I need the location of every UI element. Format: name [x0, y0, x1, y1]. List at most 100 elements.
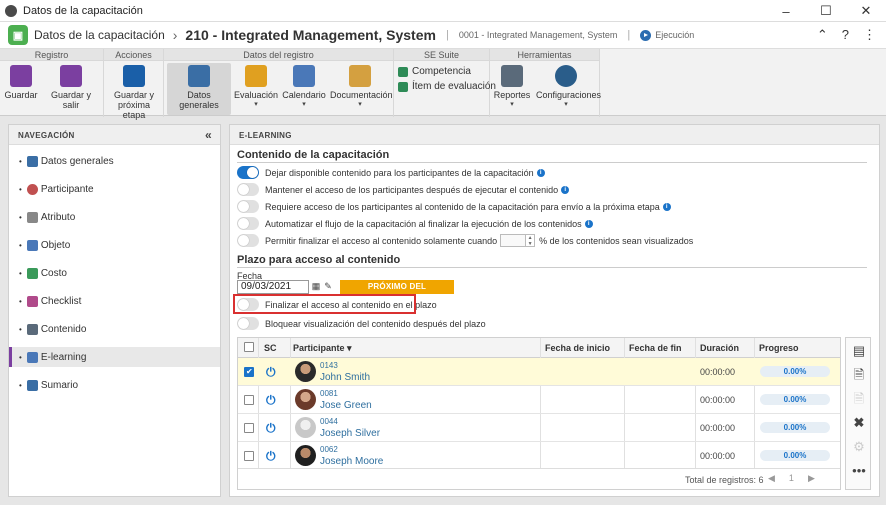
add-record-icon[interactable]: 🗎 [852, 368, 866, 382]
general-data-button[interactable]: Datos generales [167, 63, 231, 115]
gear-icon: ⚙ [853, 439, 865, 454]
settings-button[interactable]: Configuraciones ▾ [536, 63, 602, 110]
duration-value: 00:00:00 [700, 423, 736, 433]
view-record-icon[interactable]: ▤ [852, 344, 866, 358]
col-participante[interactable]: Participante ▾ [293, 343, 352, 354]
clear-icon[interactable]: ✎ [322, 280, 334, 294]
nav-item-label: Datos generales [40, 155, 114, 167]
module-logo-icon: ▣ [8, 25, 28, 45]
power-icon[interactable]: ⏻ [266, 393, 276, 408]
help-icon[interactable]: ? [842, 27, 849, 43]
reports-button[interactable]: Reportes ▾ [492, 63, 532, 110]
save-icon [10, 65, 32, 87]
prev-page-icon[interactable]: ◀ [768, 473, 775, 484]
date-input[interactable]: 09/03/2021 [237, 280, 309, 294]
col-progreso[interactable]: Progreso [759, 343, 799, 353]
more-icon[interactable]: ⋮ [863, 27, 876, 43]
nav-item-atributo[interactable]: • Atributo [9, 207, 220, 227]
power-icon[interactable]: ⏻ [266, 365, 276, 380]
gear-icon [555, 65, 577, 87]
participant-id: 0081 [320, 389, 338, 398]
spinner-icon[interactable]: ▲ ▼ [525, 234, 536, 247]
evaluation-item-link[interactable]: Ítem de evaluación [398, 81, 496, 92]
save-and-exit-button[interactable]: Guardar y salir [42, 63, 100, 110]
group-label: Registro [0, 49, 103, 61]
edit-record-icon: 🗎 [853, 391, 865, 406]
info-icon[interactable]: i [536, 168, 545, 177]
row-checkbox[interactable] [244, 451, 254, 461]
col-duracion[interactable]: Duración [700, 343, 739, 353]
delete-icon[interactable]: ✖ [852, 416, 866, 430]
window-titlebar: Datos de la capacitación – ☐ ✕ [0, 0, 886, 22]
col-participante-label: Participante [293, 343, 345, 353]
nav-item-datos-generales[interactable]: • Datos generales [9, 151, 220, 171]
row-checkbox[interactable] [244, 423, 254, 433]
power-icon[interactable]: ⏻ [266, 449, 276, 464]
row-checkbox[interactable] [244, 395, 254, 405]
nav-item-objeto[interactable]: • Objeto [9, 235, 220, 255]
info-icon[interactable]: i [584, 219, 593, 228]
table-side-toolbar: ▤ 🗎 🗎 ✖ ⚙ ••• [845, 337, 871, 490]
percentage-input[interactable]: ▲ ▼ [500, 234, 536, 247]
more-options-icon[interactable]: ••• [852, 464, 866, 478]
general-data-icon [26, 155, 38, 167]
toggle-row-allow-finish: Permitir finalizar el acceso al contenid… [237, 234, 693, 247]
competence-link[interactable]: Competencia [398, 66, 471, 77]
competence-label: Competencia [412, 66, 471, 77]
close-button[interactable]: ✕ [846, 0, 886, 22]
participant-name[interactable]: Joseph Moore [320, 456, 383, 467]
save-next-step-button[interactable]: Guardar y próxima etapa [106, 63, 162, 120]
nav-item-costo[interactable]: • Costo [9, 263, 220, 283]
participant-name[interactable]: Joseph Silver [320, 428, 380, 439]
info-icon[interactable]: i [561, 185, 570, 194]
keep-access-toggle[interactable] [237, 183, 259, 196]
available-toggle[interactable] [237, 166, 259, 179]
nav-item-contenido[interactable]: • Contenido [9, 319, 220, 339]
nav-title: NAVEGACIÓN [18, 131, 75, 140]
calendar-button[interactable]: Calendario ▾ [282, 63, 326, 110]
table-row[interactable]: ⏻ 0044 Joseph Silver 00:00:00 0.00% [238, 414, 840, 442]
attribute-icon [26, 211, 38, 223]
participant-name[interactable]: Jose Green [320, 400, 372, 411]
row-checkbox[interactable] [244, 367, 254, 377]
table-row[interactable]: ⏻ 0081 Jose Green 00:00:00 0.00% [238, 386, 840, 414]
select-all-checkbox[interactable] [244, 342, 254, 352]
participant-icon [26, 183, 38, 195]
table-header: SC Participante ▾ Fecha de inicio Fecha … [238, 338, 840, 358]
nav-item-label: E-learning [40, 351, 87, 363]
col-fecha-inicio[interactable]: Fecha de inicio [545, 343, 610, 353]
col-fecha-fin[interactable]: Fecha de fin [629, 343, 682, 353]
calendar-icon[interactable]: ▦ [310, 280, 322, 294]
progress-bar: 0.00% [760, 450, 830, 461]
maximize-button[interactable]: ☐ [806, 0, 846, 22]
collapse-left-icon[interactable]: « [205, 128, 212, 142]
next-page-icon[interactable]: ▶ [808, 473, 815, 484]
group-label: Herramientas [490, 49, 599, 61]
info-icon[interactable]: i [662, 202, 671, 211]
collapse-up-icon[interactable]: ⌃ [817, 27, 828, 43]
save-button[interactable]: Guardar [4, 63, 38, 100]
evaluation-label: Evaluación [234, 90, 279, 100]
table-row[interactable]: ⏻ 0143 John Smith 00:00:00 0.00% [238, 358, 840, 386]
status-badge: PRÓXIMO DEL VENCIMIENTO [340, 280, 454, 305]
evaluation-button[interactable]: Evaluación ▾ [234, 63, 278, 110]
table-row[interactable]: ⏻ 0062 Joseph Moore 00:00:00 0.00% [238, 442, 840, 470]
automate-flow-toggle[interactable] [237, 217, 259, 230]
require-access-toggle[interactable] [237, 200, 259, 213]
allow-label-b: % de los contenidos sean visualizados [539, 235, 694, 246]
participant-name[interactable]: John Smith [320, 372, 370, 383]
nav-item-e-learning[interactable]: • E-learning [9, 347, 220, 367]
power-icon[interactable]: ⏻ [266, 421, 276, 436]
settings-label: Configuraciones [536, 90, 602, 100]
block-view-toggle[interactable] [237, 317, 259, 330]
printer-icon [501, 65, 523, 87]
toggle-label: Dejar disponible contenido para los part… [265, 167, 534, 178]
nav-item-participante[interactable]: • Participante [9, 179, 220, 199]
nav-item-checklist[interactable]: • Checklist [9, 291, 220, 311]
allow-finish-toggle[interactable] [237, 234, 259, 247]
documentation-button[interactable]: Documentación ▾ [330, 63, 393, 110]
caret-down-icon: ▾ [254, 101, 258, 108]
nav-item-sumario[interactable]: • Sumario [9, 375, 220, 395]
minimize-button[interactable]: – [766, 0, 806, 22]
summary-icon [26, 379, 38, 391]
